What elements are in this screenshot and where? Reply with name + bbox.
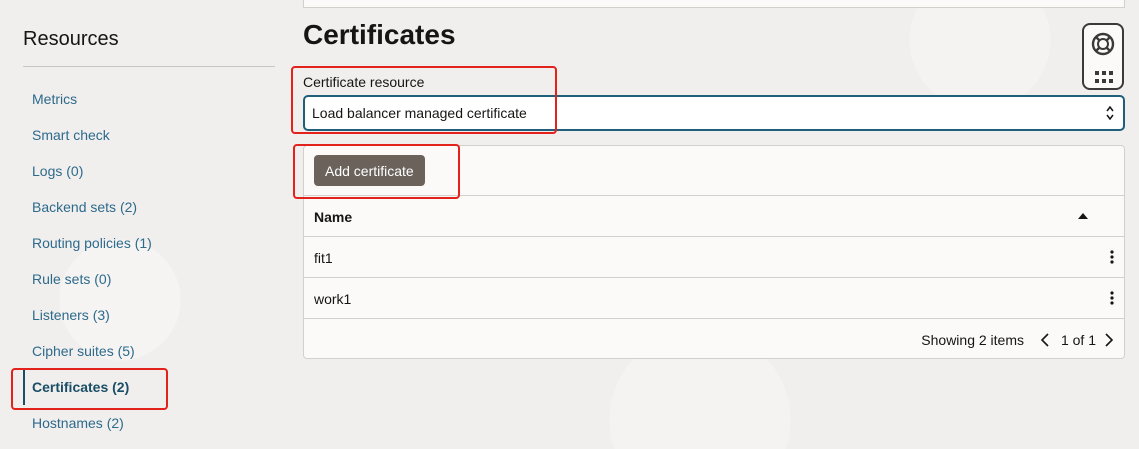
- certificate-name-cell: work1: [314, 291, 352, 307]
- column-header-name[interactable]: Name: [314, 209, 352, 225]
- sidebar-item-smart-check[interactable]: Smart check: [23, 117, 275, 153]
- certificates-table-panel: Add certificate Name fit1 work1 Showing …: [303, 145, 1125, 359]
- table-row: work1: [304, 278, 1124, 319]
- chevron-right-icon[interactable]: [1104, 332, 1114, 348]
- sidebar-item-logs[interactable]: Logs (0): [23, 153, 275, 189]
- previous-panel-edge: [303, 0, 1125, 8]
- help-widget[interactable]: [1082, 23, 1124, 90]
- table-toolbar: Add certificate: [304, 146, 1124, 196]
- sidebar-item-rule-sets[interactable]: Rule sets (0): [23, 261, 275, 297]
- grid-icon[interactable]: [1094, 70, 1114, 84]
- add-certificate-button[interactable]: Add certificate: [314, 155, 425, 186]
- chevron-up-down-icon: [1106, 105, 1114, 121]
- certificate-name-cell: fit1: [314, 250, 333, 266]
- sidebar-item-routing-policies[interactable]: Routing policies (1): [23, 225, 275, 261]
- lifebuoy-icon[interactable]: [1091, 32, 1115, 56]
- sidebar-item-certificates[interactable]: Certificates (2): [23, 369, 275, 405]
- kebab-icon[interactable]: [1108, 249, 1116, 265]
- sidebar-item-cipher-suites[interactable]: Cipher suites (5): [23, 333, 275, 369]
- table-header: Name: [304, 196, 1124, 237]
- certificate-resource-label: Certificate resource: [303, 74, 425, 90]
- sidebar-item-listeners[interactable]: Listeners (3): [23, 297, 275, 333]
- sidebar-item-hostnames[interactable]: Hostnames (2): [23, 405, 275, 441]
- certificate-resource-value: Load balancer managed certificate: [312, 105, 527, 121]
- sidebar-list: Metrics Smart check Logs (0) Backend set…: [23, 81, 275, 441]
- sidebar-title: Resources: [23, 28, 119, 50]
- page-title: Certificates: [303, 19, 456, 50]
- certificate-resource-select[interactable]: Load balancer managed certificate: [303, 95, 1125, 131]
- table-row: fit1: [304, 237, 1124, 278]
- sidebar-divider: [23, 66, 275, 67]
- item-count: Showing 2 items: [921, 332, 1024, 348]
- chevron-left-icon[interactable]: [1040, 332, 1050, 348]
- sidebar-item-metrics[interactable]: Metrics: [23, 81, 275, 117]
- page-indicator: 1 of 1: [1060, 332, 1096, 348]
- kebab-icon[interactable]: [1108, 290, 1116, 306]
- sort-ascending-icon[interactable]: [1078, 212, 1088, 219]
- pagination-footer: Showing 2 items 1 of 1: [304, 319, 1124, 359]
- sidebar-item-backend-sets[interactable]: Backend sets (2): [23, 189, 275, 225]
- resources-sidebar: Resources Metrics Smart check Logs (0) B…: [0, 0, 290, 449]
